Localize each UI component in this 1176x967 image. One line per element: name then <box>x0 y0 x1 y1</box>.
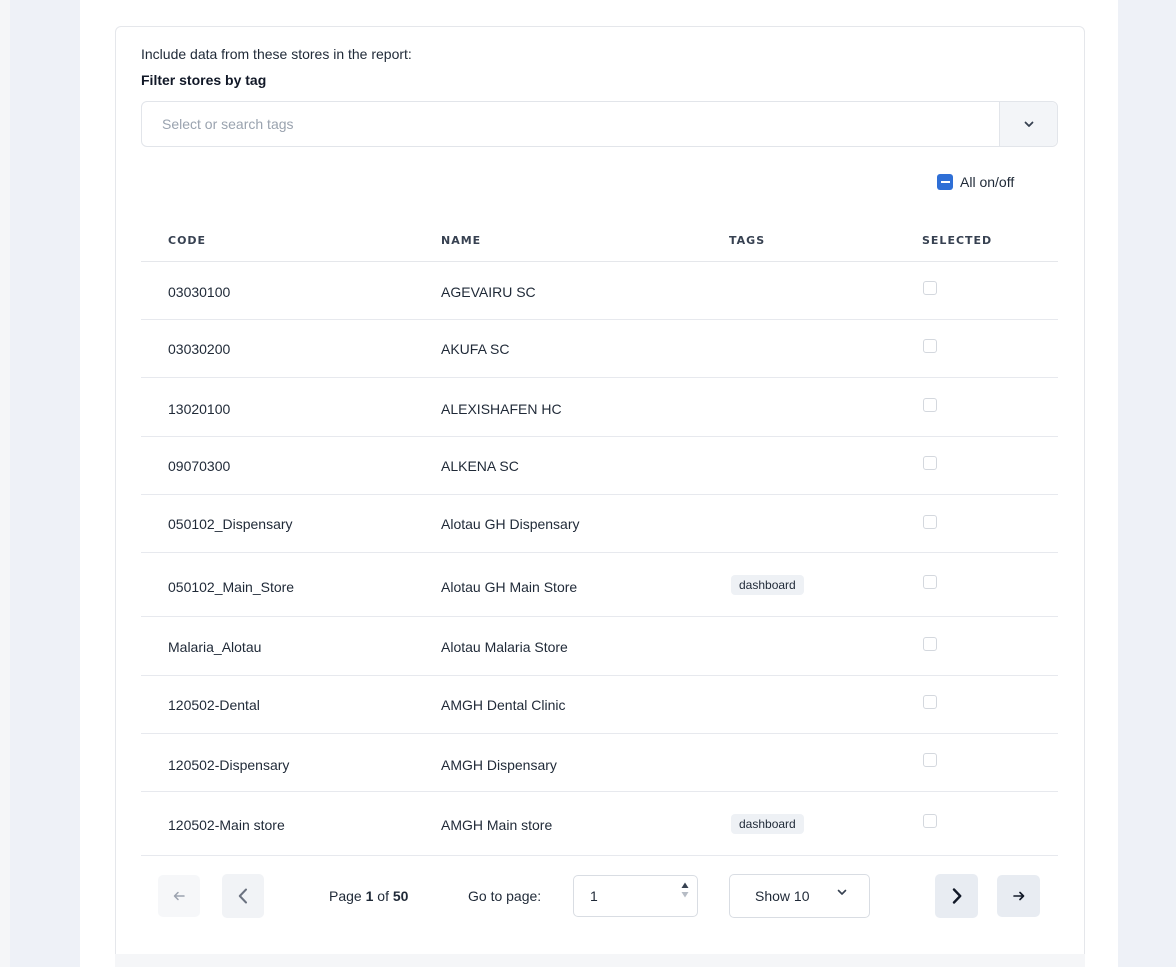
page-size-select[interactable]: Show 10 <box>729 874 870 918</box>
table-row[interactable]: 120502-Dispensary AMGH Dispensary <box>141 734 1058 792</box>
row-select-checkbox[interactable] <box>923 281 937 295</box>
row-select-checkbox[interactable] <box>923 575 937 589</box>
row-code: 03030100 <box>168 284 231 300</box>
go-to-page-value: 1 <box>590 888 598 904</box>
stepper-down-icon[interactable] <box>681 891 689 898</box>
page-size-value: Show 10 <box>755 888 810 904</box>
previous-page-button[interactable] <box>222 874 264 918</box>
row-name: Alotau GH Dispensary <box>441 516 580 532</box>
row-select-checkbox[interactable] <box>923 814 937 828</box>
row-select-checkbox[interactable] <box>923 398 937 412</box>
arrow-right-icon <box>1012 891 1024 901</box>
page-stepper[interactable] <box>681 882 689 898</box>
row-name: AMGH Dental Clinic <box>441 697 566 713</box>
page-prefix: Page <box>329 888 362 904</box>
row-select-checkbox[interactable] <box>923 637 937 651</box>
table-row[interactable]: 120502-Dental AMGH Dental Clinic <box>141 676 1058 734</box>
row-name: ALKENA SC <box>441 458 519 474</box>
go-to-page-label: Go to page: <box>468 888 542 904</box>
row-name: AMGH Dispensary <box>441 757 557 773</box>
table-row[interactable]: 120502-Main store AMGH Main store dashbo… <box>141 792 1058 856</box>
row-select-checkbox[interactable] <box>923 456 937 470</box>
left-side-panel <box>0 0 80 967</box>
column-header-code[interactable]: CODE <box>168 234 206 247</box>
chevron-left-icon <box>238 888 247 904</box>
table-row[interactable]: 13020100 ALEXISHAFEN HC <box>141 378 1058 437</box>
row-code: 050102_Dispensary <box>168 516 293 532</box>
column-header-name[interactable]: NAME <box>441 234 481 247</box>
page-indicator: Page 1 of 50 <box>329 888 408 904</box>
total-pages: 50 <box>392 888 409 904</box>
all-on-off-label: All on/off <box>960 174 1015 190</box>
row-select-checkbox[interactable] <box>923 515 937 529</box>
stepper-up-icon[interactable] <box>681 882 689 889</box>
intro-text: Include data from these stores in the re… <box>141 46 412 62</box>
column-header-selected[interactable]: SELECTED <box>922 234 992 247</box>
go-to-page-input[interactable]: 1 <box>573 875 698 917</box>
row-select-checkbox[interactable] <box>923 695 937 709</box>
chevron-down-icon <box>837 889 847 895</box>
card-bottom-strip <box>115 954 1085 967</box>
row-code: 13020100 <box>168 401 231 417</box>
row-code: Malaria_Alotau <box>168 639 262 655</box>
row-code: 09070300 <box>168 458 231 474</box>
right-side-panel <box>1118 0 1176 967</box>
table-row[interactable]: 03030100 AGEVAIRU SC <box>141 262 1058 320</box>
tag-dropdown-button[interactable] <box>999 102 1057 146</box>
row-select-checkbox[interactable] <box>923 753 937 767</box>
row-name: AKUFA SC <box>441 341 510 357</box>
row-code: 120502-Dental <box>168 697 260 713</box>
chevron-down-icon <box>1024 121 1033 127</box>
table-row[interactable]: 09070300 ALKENA SC <box>141 437 1058 495</box>
row-code: 120502-Main store <box>168 817 285 833</box>
current-page: 1 <box>365 888 374 904</box>
row-code: 03030200 <box>168 341 231 357</box>
all-on-off-toggle[interactable]: All on/off <box>937 174 1014 190</box>
tag-badge: dashboard <box>731 575 804 595</box>
chevron-right-icon <box>952 888 961 904</box>
table-row[interactable]: 03030200 AKUFA SC <box>141 320 1058 378</box>
row-name: ALEXISHAFEN HC <box>441 401 562 417</box>
tag-search-placeholder: Select or search tags <box>162 116 294 132</box>
first-page-button[interactable] <box>158 875 200 917</box>
row-code: 050102_Main_Store <box>168 579 295 595</box>
next-page-button[interactable] <box>935 874 978 918</box>
of-word: of <box>377 888 389 904</box>
arrow-left-icon <box>173 891 185 901</box>
table-row[interactable]: 050102_Dispensary Alotau GH Dispensary <box>141 495 1058 553</box>
row-name: Alotau GH Main Store <box>441 579 578 595</box>
row-code: 120502-Dispensary <box>168 757 290 773</box>
row-name: AGEVAIRU SC <box>441 284 536 300</box>
row-name: AMGH Main store <box>441 817 553 833</box>
tag-search-select[interactable]: Select or search tags <box>141 101 1058 147</box>
table-row[interactable]: Malaria_Alotau Alotau Malaria Store <box>141 617 1058 676</box>
last-page-button[interactable] <box>997 875 1040 917</box>
column-header-tags[interactable]: TAGS <box>729 234 765 247</box>
row-select-checkbox[interactable] <box>923 339 937 353</box>
table-header: CODE NAME TAGS SELECTED <box>141 224 1058 262</box>
filter-label: Filter stores by tag <box>141 72 267 88</box>
table-row[interactable]: 050102_Main_Store Alotau GH Main Store d… <box>141 553 1058 617</box>
tag-badge: dashboard <box>731 814 804 834</box>
row-name: Alotau Malaria Store <box>441 639 568 655</box>
indeterminate-checkbox-icon[interactable] <box>937 174 953 190</box>
